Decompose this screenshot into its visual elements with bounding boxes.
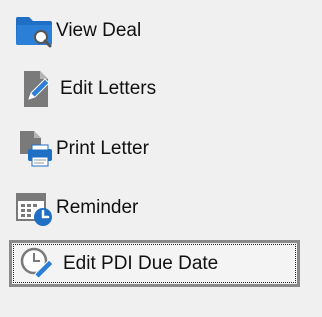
calendar-clock-icon [12,187,56,229]
clock-pencil-icon [15,243,59,285]
view-deal-button[interactable]: View Deal [12,10,141,52]
action-menu-panel: View Deal Edit Letters Print Letter Remi… [0,0,322,317]
reminder-label: Reminder [56,197,139,218]
edit-document-icon [12,68,56,110]
edit-letters-button[interactable]: Edit Letters [12,68,156,110]
print-letter-label: Print Letter [56,138,149,159]
edit-pdi-due-date-label: Edit PDI Due Date [63,252,219,274]
reminder-button[interactable]: Reminder [12,187,138,229]
edit-letters-label: Edit Letters [60,78,157,99]
print-document-icon [12,128,56,170]
print-letter-button[interactable]: Print Letter [12,128,149,170]
view-deal-label: View Deal [56,20,142,41]
edit-pdi-due-date-button[interactable]: Edit PDI Due Date [9,240,300,287]
folder-search-icon [12,10,56,52]
